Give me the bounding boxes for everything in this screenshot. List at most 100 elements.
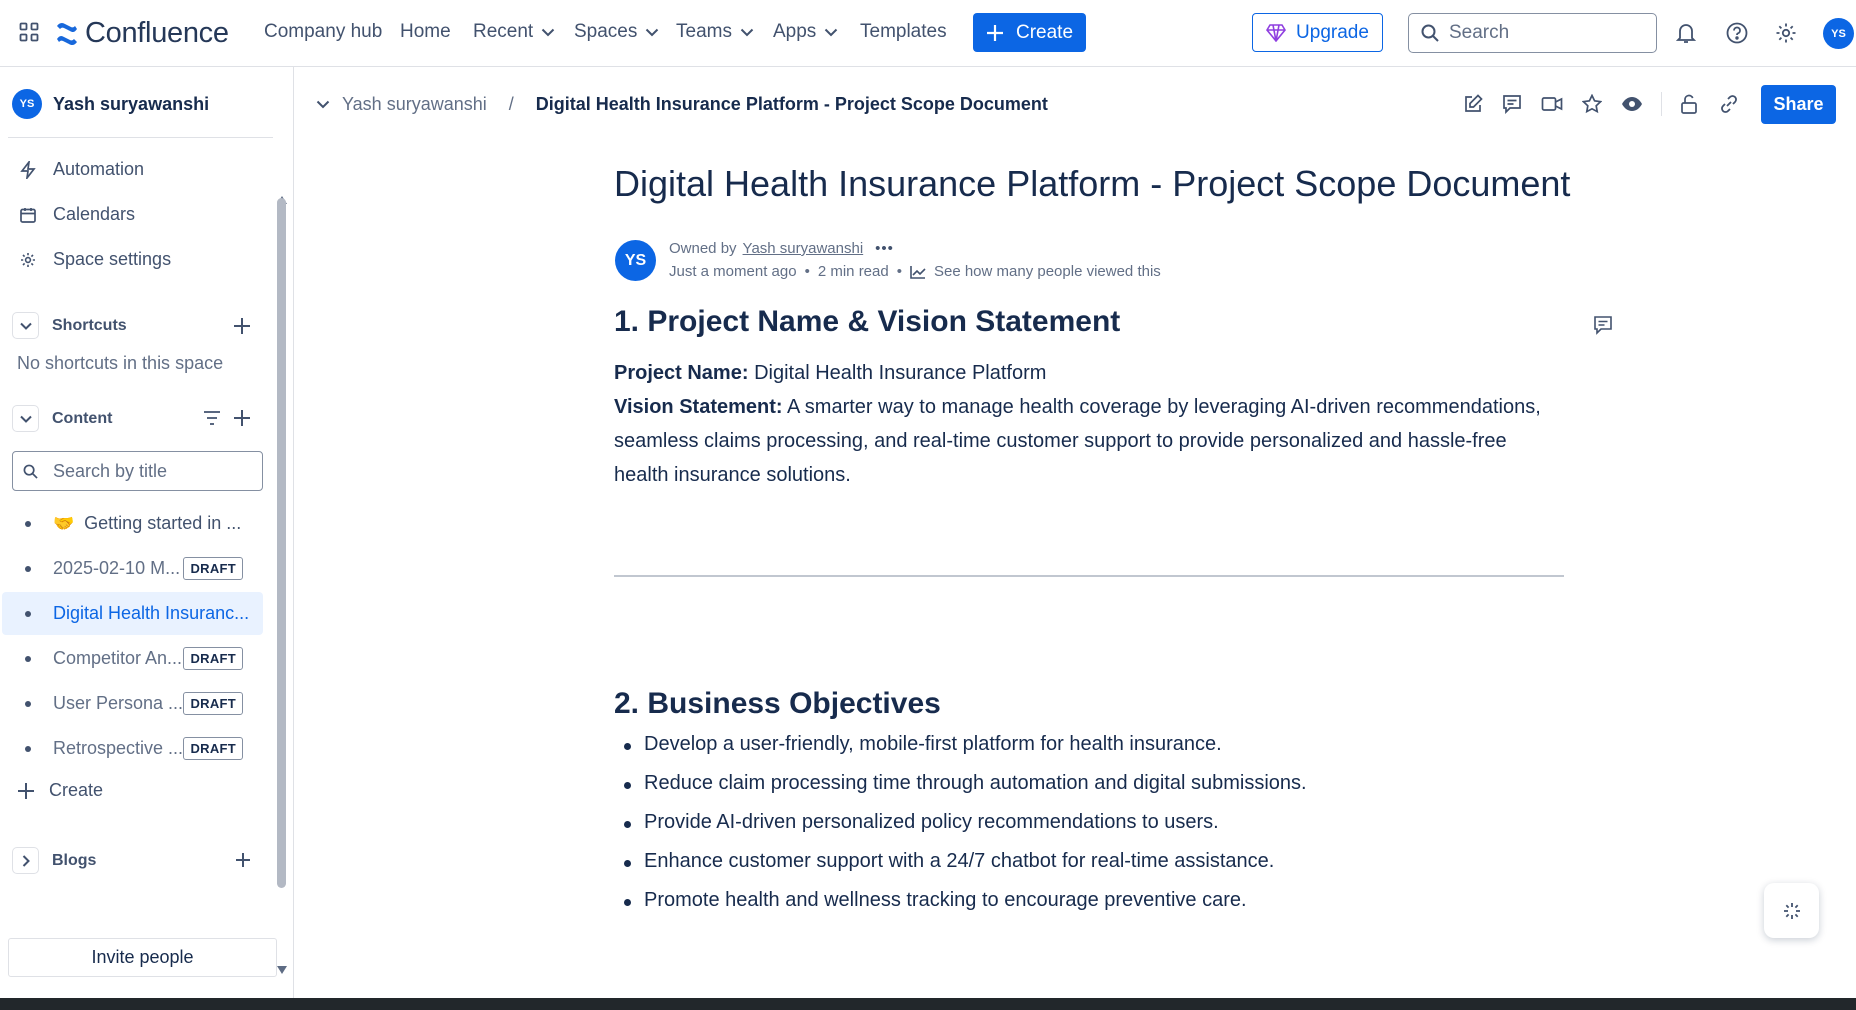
user-avatar[interactable]: YS xyxy=(1823,18,1854,49)
chevron-down-icon[interactable] xyxy=(12,312,39,339)
notifications-bell-icon[interactable] xyxy=(1676,22,1696,44)
scrollbar-thumb[interactable] xyxy=(277,198,286,888)
confluence-logo[interactable]: Confluence xyxy=(55,17,229,50)
nav-label: Templates xyxy=(860,21,947,42)
page-title: Digital Health Insurance Platform - Proj… xyxy=(614,163,1571,204)
handshake-emoji-icon: 🤝 xyxy=(53,513,75,533)
nav-recent[interactable]: Recent xyxy=(473,21,555,43)
page-tree-item[interactable]: 🤝 Getting started in ... xyxy=(2,502,263,545)
draft-badge: DRAFT xyxy=(183,647,243,670)
chevron-down-icon xyxy=(740,28,754,36)
share-button[interactable]: Share xyxy=(1761,85,1836,124)
chevron-down-icon[interactable] xyxy=(12,405,39,432)
analytics-chart-icon xyxy=(910,265,926,279)
ai-assistant-sparkle-icon[interactable] xyxy=(1764,883,1819,938)
space-avatar: YS xyxy=(12,89,42,119)
add-shortcut-plus-icon[interactable] xyxy=(233,317,251,335)
field-label: Vision Statement: xyxy=(614,396,783,418)
plus-icon xyxy=(18,782,34,799)
page-tree-item-active[interactable]: Digital Health Insuranc... xyxy=(2,592,263,635)
scroll-down-arrow-icon[interactable] xyxy=(276,965,288,975)
search-placeholder: Search by title xyxy=(53,460,168,481)
search-icon xyxy=(23,464,38,479)
nav-label: Apps xyxy=(773,21,817,42)
breadcrumb: Yash suryawanshi / Digital Health Insura… xyxy=(316,94,1048,115)
section-heading: 1. Project Name & Vision Statement xyxy=(614,305,1121,338)
inline-comment-icon[interactable] xyxy=(1593,315,1613,335)
bullet xyxy=(25,700,31,707)
owner-link[interactable]: Yash suryawanshi xyxy=(743,240,864,257)
space-sidebar: YS Yash suryawanshi Automation Calendars… xyxy=(0,67,294,998)
owner-avatar[interactable]: YS xyxy=(615,240,656,281)
read-time: 2 min read xyxy=(817,263,889,280)
calendar-icon xyxy=(20,207,36,223)
section-label: Blogs xyxy=(52,851,97,869)
list-item: Reduce claim processing time through aut… xyxy=(614,772,1307,811)
upgrade-label: Upgrade xyxy=(1296,21,1369,43)
separator-dot: • xyxy=(804,263,810,280)
toolbar-divider xyxy=(1661,92,1662,116)
page-tree-label: User Persona ... xyxy=(53,693,184,713)
separator-dot: • xyxy=(896,263,902,280)
video-loom-icon[interactable] xyxy=(1541,94,1563,114)
business-objectives-list: Develop a user-friendly, mobile-first pl… xyxy=(614,733,1307,928)
nav-templates[interactable]: Templates xyxy=(860,21,947,43)
search-input[interactable]: Search xyxy=(1408,13,1657,53)
invite-people-button[interactable]: Invite people xyxy=(8,938,277,977)
content-section-header[interactable]: Content xyxy=(12,405,112,432)
sidebar-item-automation[interactable]: Automation xyxy=(20,159,144,180)
bullet xyxy=(25,655,31,662)
create-label: Create xyxy=(1015,21,1074,43)
nav-teams[interactable]: Teams xyxy=(676,21,754,43)
sidebar-item-space-settings[interactable]: Space settings xyxy=(20,249,171,270)
section-heading: 2. Business Objectives xyxy=(614,687,941,720)
sidebar-item-calendars[interactable]: Calendars xyxy=(20,204,135,225)
blogs-section-header[interactable]: Blogs xyxy=(12,847,96,874)
nav-label: Teams xyxy=(676,21,732,42)
breadcrumb-current-page[interactable]: Digital Health Insurance Platform - Proj… xyxy=(536,94,1048,115)
nav-company-hub[interactable]: Company hub xyxy=(264,21,382,43)
create-button[interactable]: Create xyxy=(973,13,1086,52)
empty-shortcuts-text: No shortcuts in this space xyxy=(17,353,224,373)
comments-icon[interactable] xyxy=(1502,94,1522,114)
field-label: Project Name: xyxy=(614,362,749,384)
create-page-button[interactable]: Create xyxy=(17,780,103,801)
add-content-plus-icon[interactable] xyxy=(233,409,251,427)
gear-icon xyxy=(21,252,35,267)
os-taskbar xyxy=(0,998,1856,1010)
draft-badge: DRAFT xyxy=(183,737,243,760)
nav-spaces[interactable]: Spaces xyxy=(574,21,659,43)
copy-link-icon[interactable] xyxy=(1719,94,1739,114)
owned-by-label: Owned by xyxy=(669,240,737,257)
bullet xyxy=(25,745,31,752)
top-navigation-bar: Confluence Company hub Home Recent Space… xyxy=(0,0,1856,67)
help-icon[interactable] xyxy=(1726,22,1748,44)
search-by-title-input[interactable]: Search by title xyxy=(12,451,263,491)
edit-pencil-icon[interactable] xyxy=(1463,94,1483,114)
more-actions-icon[interactable]: ••• xyxy=(875,240,894,257)
watch-eye-icon[interactable] xyxy=(1621,94,1643,114)
star-icon[interactable] xyxy=(1582,94,1602,114)
app-switcher-icon[interactable] xyxy=(19,22,39,42)
breadcrumb-space-link[interactable]: Yash suryawanshi xyxy=(342,94,487,115)
settings-gear-icon[interactable] xyxy=(1775,22,1797,44)
add-blog-plus-icon[interactable] xyxy=(235,852,251,868)
avatar-initials: YS xyxy=(624,251,647,269)
section-label: Content xyxy=(52,409,113,427)
nav-apps[interactable]: Apps xyxy=(773,21,838,43)
page-views-link[interactable]: See how many people viewed this xyxy=(934,263,1161,280)
page-tree-item[interactable]: 2025-02-10 M... DRAFT xyxy=(2,547,263,590)
shortcuts-section-header[interactable]: Shortcuts xyxy=(12,312,127,339)
space-header[interactable]: YS Yash suryawanshi xyxy=(12,89,209,119)
page-tree-item[interactable]: Retrospective ... DRAFT xyxy=(2,727,263,770)
filter-icon[interactable] xyxy=(203,410,221,426)
chevron-down-icon[interactable] xyxy=(316,100,330,109)
draft-badge: DRAFT xyxy=(183,557,243,580)
page-tree-item[interactable]: Competitor An... DRAFT xyxy=(2,637,263,680)
chevron-right-icon[interactable] xyxy=(12,847,39,874)
divider xyxy=(8,137,273,138)
page-tree-item[interactable]: User Persona ... DRAFT xyxy=(2,682,263,725)
upgrade-button[interactable]: Upgrade xyxy=(1252,13,1383,52)
unlock-icon[interactable] xyxy=(1680,94,1698,114)
nav-home[interactable]: Home xyxy=(400,21,451,43)
